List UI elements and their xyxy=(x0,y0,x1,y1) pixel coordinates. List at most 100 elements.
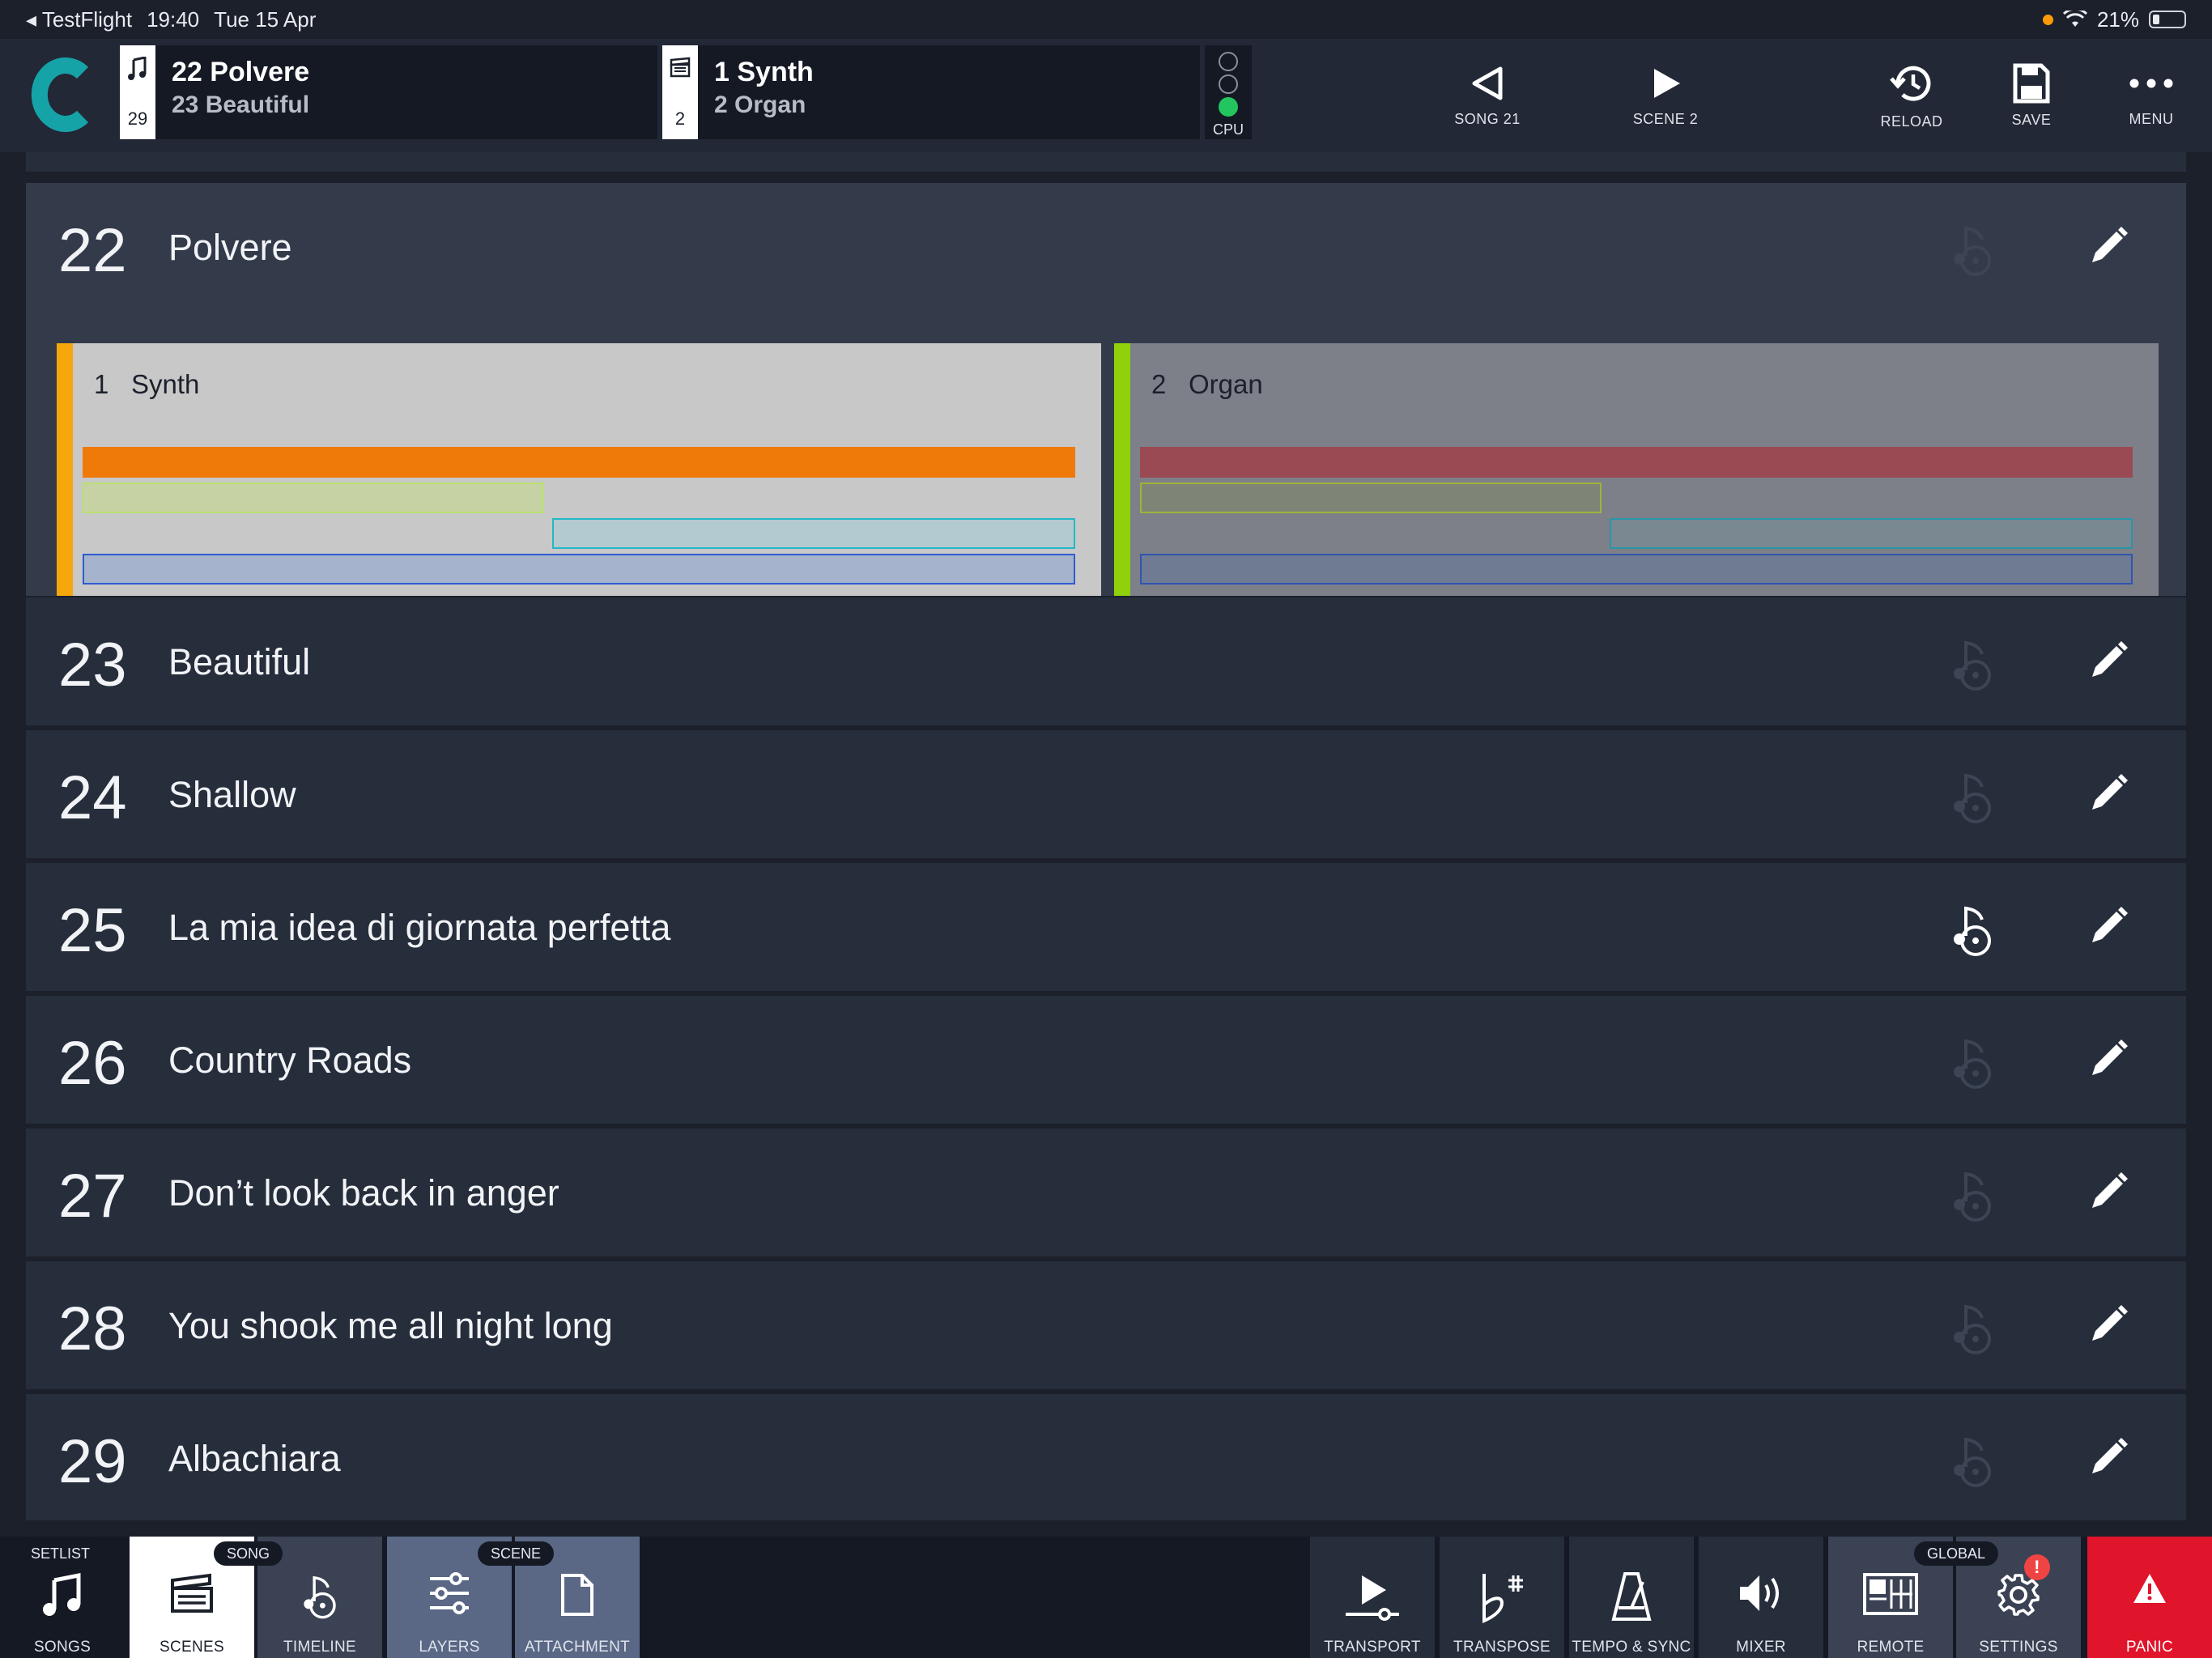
song-row[interactable]: 24 Shallow xyxy=(26,729,2186,858)
music-attachment-icon[interactable] xyxy=(1946,902,1998,959)
warning-icon xyxy=(2133,1574,2166,1603)
song-row[interactable]: 28 You shook me all night long xyxy=(26,1260,2186,1389)
song-row[interactable]: 26 Country Roads xyxy=(26,994,2186,1124)
current-scene-card[interactable]: 2 1 Synth 2 Organ xyxy=(662,45,1200,139)
cpu-meter: CPU xyxy=(1205,45,1252,139)
music-attachment-icon[interactable] xyxy=(1946,636,1998,693)
menu-button[interactable]: MENU xyxy=(2091,39,2212,152)
song-title: La mia idea di giornata perfetta xyxy=(168,907,671,948)
song-title: Albachiara xyxy=(168,1438,341,1479)
song-number: 26 xyxy=(58,1029,127,1098)
battery-icon xyxy=(2149,11,2186,28)
edit-pencil-icon[interactable] xyxy=(2087,225,2129,267)
mixer-label: MIXER xyxy=(1736,1639,1786,1656)
remote-label: REMOTE xyxy=(1857,1639,1925,1656)
scene-number: 1 xyxy=(94,369,109,399)
edit-pencil-icon[interactable] xyxy=(2087,772,2129,814)
floppy-disk-icon xyxy=(2013,63,2050,103)
edit-pencil-icon[interactable] xyxy=(2087,905,2129,947)
song-title: Beautiful xyxy=(168,641,311,682)
document-icon xyxy=(561,1574,593,1616)
music-attachment-icon[interactable] xyxy=(1946,1167,1998,1224)
song-number: 22 xyxy=(58,216,127,285)
panic-button[interactable]: PANIC xyxy=(2087,1537,2212,1658)
edit-pencil-icon[interactable] xyxy=(2087,640,2129,682)
cpu-led-mid xyxy=(1219,74,1238,94)
status-bar: ◂ TestFlight 19:40 Tue 15 Apr 21% xyxy=(0,0,2212,39)
cpu-led-low xyxy=(1219,97,1238,117)
scene-layer-bar xyxy=(1610,518,2133,549)
global-group-label: GLOBAL xyxy=(1914,1541,1999,1566)
metronome-icon xyxy=(1611,1572,1652,1621)
song-number: 23 xyxy=(58,631,127,699)
scene-layer-bar xyxy=(1140,483,1602,513)
tempo-sync-label: TEMPO & SYNC xyxy=(1572,1639,1691,1656)
song-title: Don’t look back in anger xyxy=(168,1172,559,1214)
edit-pencil-icon[interactable] xyxy=(2087,1171,2129,1213)
prev-song-button[interactable]: SONG 21 xyxy=(1427,39,1548,152)
play-transport-icon xyxy=(1346,1575,1399,1621)
pad-grid-icon xyxy=(1863,1573,1918,1615)
music-attachment-icon[interactable] xyxy=(1946,1433,1998,1490)
clapperboard-icon xyxy=(171,1573,213,1613)
song-number: 29 xyxy=(58,1427,127,1496)
song-count: 29 xyxy=(127,108,148,129)
song-count-badge: 29 xyxy=(120,45,155,139)
current-song-card[interactable]: 29 22 Polvere 23 Beautiful xyxy=(120,45,657,139)
back-app-label: TestFlight xyxy=(41,6,133,32)
edit-pencil-icon[interactable] xyxy=(2087,1303,2129,1346)
tempo-sync-button[interactable]: TEMPO & SYNC xyxy=(1569,1537,1694,1658)
scene-name: Organ xyxy=(1189,369,1263,399)
song-title: Shallow xyxy=(168,774,296,815)
battery-percent: 21% xyxy=(2096,6,2139,32)
songs-label: SONGS xyxy=(33,1639,91,1656)
scene-color-stripe xyxy=(1114,343,1130,610)
song-row-previous xyxy=(26,152,2186,172)
scene-layer-bar xyxy=(83,554,1075,585)
edit-pencil-icon[interactable] xyxy=(2087,1038,2129,1080)
song-row[interactable]: 27 Don’t look back in anger xyxy=(26,1127,2186,1256)
song-number: 28 xyxy=(58,1295,127,1363)
music-attachment-icon[interactable] xyxy=(1946,1300,1998,1357)
status-date: Tue 15 Apr xyxy=(214,6,317,32)
song-row[interactable]: 25 La mia idea di giornata perfetta xyxy=(26,861,2186,991)
more-dots-icon xyxy=(2129,79,2173,87)
menu-label: MENU xyxy=(2129,110,2174,127)
song-row[interactable]: 23 Beautiful xyxy=(26,596,2186,725)
clapperboard-icon xyxy=(670,57,691,78)
transpose-button[interactable]: TRANSPOSE xyxy=(1440,1537,1564,1658)
reload-button[interactable]: RELOAD xyxy=(1851,39,1972,152)
transport-label: TRANSPORT xyxy=(1324,1639,1421,1656)
edit-pencil-icon[interactable] xyxy=(2087,1436,2129,1478)
save-button[interactable]: SAVE xyxy=(1971,39,2092,152)
mixer-button[interactable]: MIXER xyxy=(1699,1537,1823,1658)
scene-card-2[interactable]: 2 Organ xyxy=(1114,343,2159,610)
music-attachment-icon[interactable] xyxy=(1946,222,1998,278)
current-song: 22 Polvere xyxy=(172,57,310,87)
scene-layer-bar xyxy=(83,483,544,513)
layers-label: LAYERS xyxy=(419,1639,480,1656)
app-logo-icon xyxy=(31,57,89,132)
scene-count: 2 xyxy=(674,108,686,129)
flat-sharp-icon xyxy=(1482,1574,1523,1624)
play-icon xyxy=(1654,68,1680,98)
sliders-icon xyxy=(430,1572,469,1614)
music-attachment-icon[interactable] xyxy=(1946,769,1998,826)
scene-number: 2 xyxy=(1151,369,1167,399)
song-row[interactable]: 29 Albachiara xyxy=(26,1392,2186,1520)
wifi-icon xyxy=(2062,11,2087,27)
timeline-label: TIMELINE xyxy=(283,1639,357,1656)
music-attachment-icon[interactable] xyxy=(1946,1035,1998,1091)
transport-button[interactable]: TRANSPORT xyxy=(1310,1537,1435,1658)
history-icon xyxy=(1890,66,1931,101)
scene-card-1[interactable]: 1 Synth xyxy=(57,343,1101,610)
music-note-icon xyxy=(43,1572,81,1616)
next-scene-button[interactable]: SCENE 2 xyxy=(1605,39,1726,152)
song-number: 24 xyxy=(58,763,127,832)
triangle-left-icon xyxy=(1472,66,1503,100)
song-title: Country Roads xyxy=(168,1039,412,1081)
song-number: 27 xyxy=(58,1162,127,1231)
song-row-active[interactable]: 22 Polvere 1 Synth 2 Organ xyxy=(26,181,2186,610)
back-to-app-link[interactable]: ◂ TestFlight xyxy=(26,7,132,32)
transpose-label: TRANSPOSE xyxy=(1453,1639,1551,1656)
